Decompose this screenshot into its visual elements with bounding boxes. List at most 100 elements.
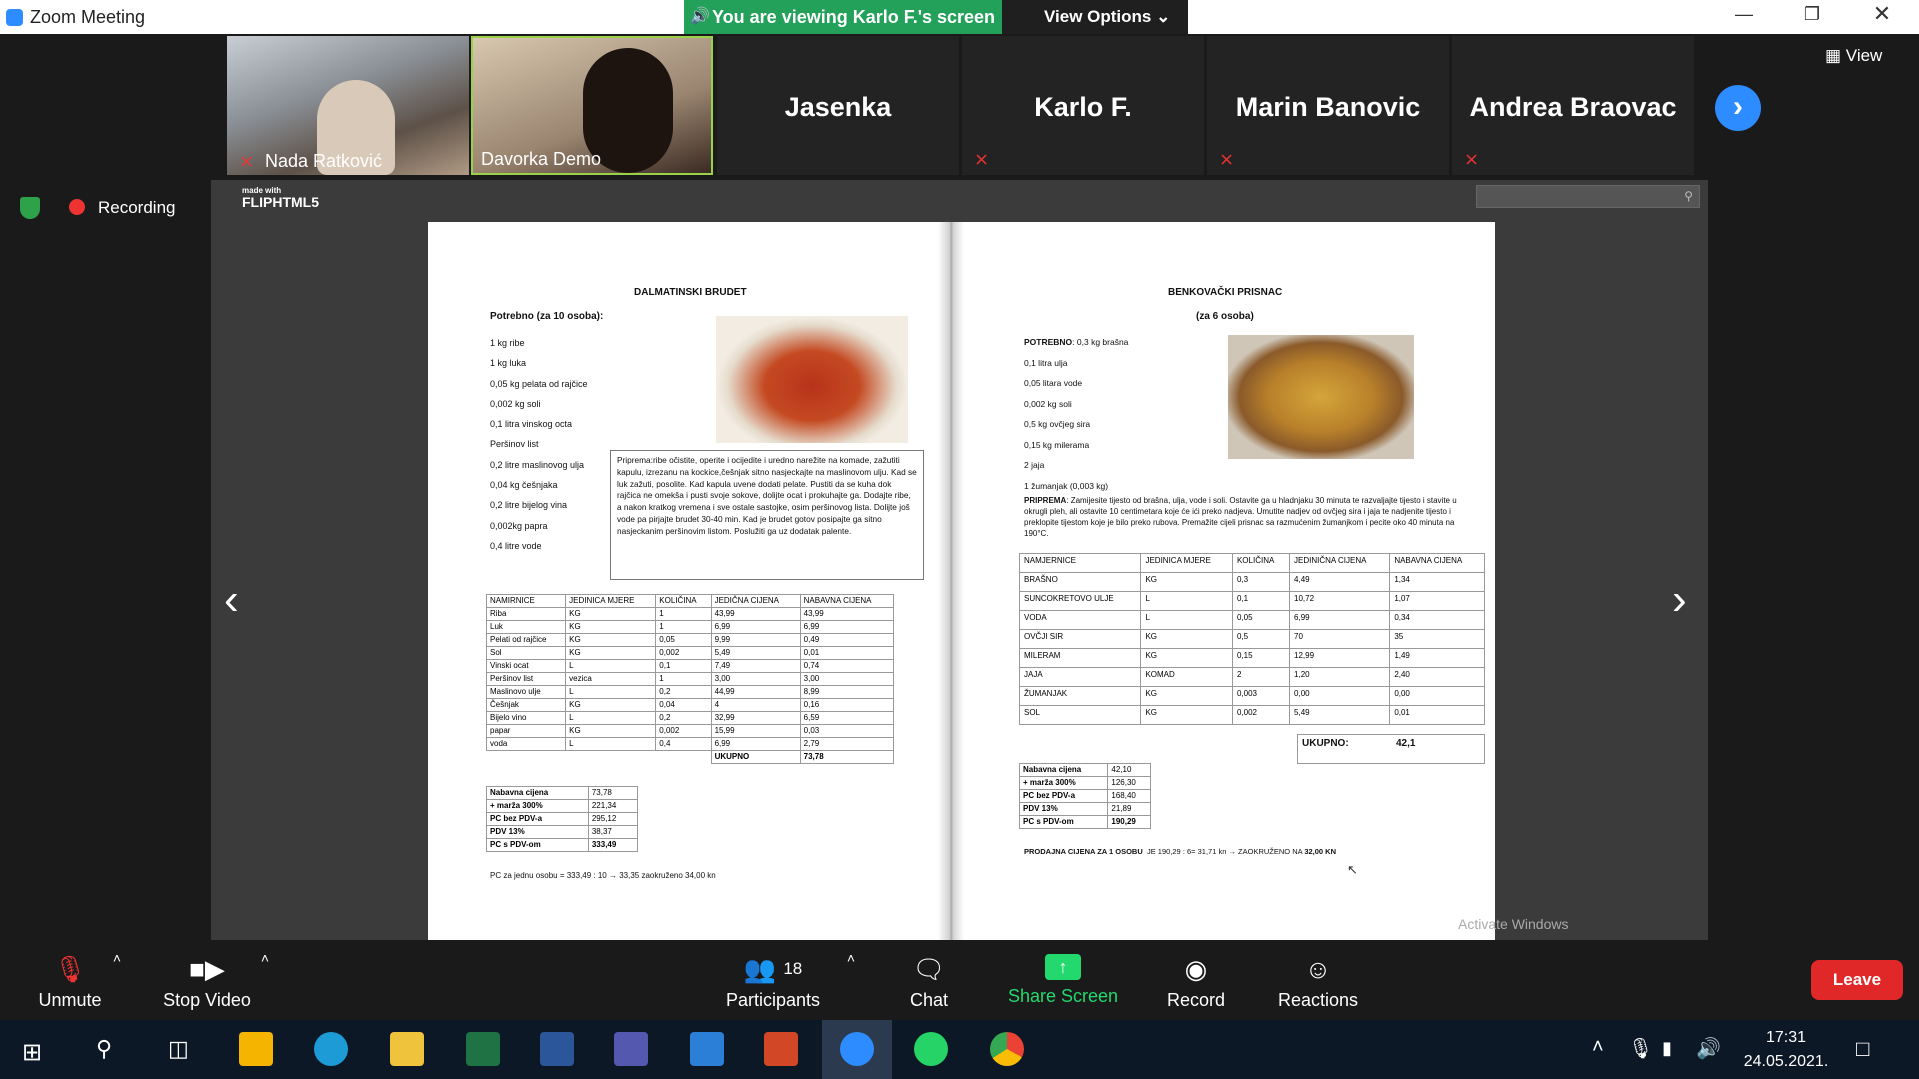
table-cell: KG [565, 698, 657, 712]
participant-name: Nada Ratković [265, 151, 383, 171]
participant-tile-andrea[interactable]: Andrea Braovac ⨯ [1452, 36, 1694, 175]
recording-label[interactable]: Recording [98, 198, 176, 218]
minimize-icon[interactable]: — [1724, 4, 1764, 30]
ingredient-item: 1 kg luka [490, 358, 527, 369]
ingredient-list: POTREBNO: 0,3 kg brašna 0,1 litra ulja 0,0… [1024, 332, 1128, 496]
table-cell: voda [485, 737, 567, 751]
store-icon[interactable] [239, 1032, 273, 1066]
ingredient-item: 0,2 litre bijelog vina [490, 500, 568, 511]
table-cell: 1 [655, 672, 712, 686]
table-row: Pelati od rajčice KG 0,05 9,99 0,49 [485, 633, 895, 647]
table-cell: 0,2 [655, 711, 712, 725]
participants-options-caret[interactable]: ˄ [838, 950, 864, 1030]
ingredient-item: 0,2 litre maslinovog ulja [490, 459, 585, 470]
notifications-icon[interactable]: □ [1856, 1036, 1869, 1062]
whatsapp-icon[interactable] [914, 1032, 948, 1066]
summary-value: 73,78 [587, 786, 639, 800]
table-cell: 0,4 [655, 737, 712, 751]
ingredient-item: 0,002kg papra [490, 520, 548, 531]
next-participants-button[interactable]: › [1715, 85, 1761, 131]
table-cell: 35 [1389, 629, 1485, 649]
table-row: Maslinovo ulje L 0,2 44,99 8,99 [485, 685, 895, 699]
table-cell: L [565, 685, 657, 699]
muted-mic-icon: ⨯ [1464, 149, 1480, 169]
microphone-icon[interactable]: 🎙 [1628, 1036, 1653, 1061]
table-cell: 0,002 [655, 646, 712, 660]
table-cell: MILERAM [1018, 648, 1142, 668]
table-row: Luk KG 1 6,99 6,99 [485, 620, 895, 634]
summary-label: Nabavna cijena [486, 786, 589, 800]
sale-price: PRODAJNA CIJENA ZA 1 OSOBU JE 190,29 : 6… [1024, 847, 1337, 856]
table-cell: KG [1140, 686, 1233, 706]
powerpoint-icon[interactable] [764, 1032, 798, 1066]
restore-icon[interactable]: ❐ [1792, 4, 1832, 30]
viewing-banner: 🔊 You are viewing Karlo F.'s screen [684, 0, 1002, 34]
table-cell: 0,00 [1389, 686, 1485, 706]
zoom-icon[interactable] [840, 1032, 874, 1066]
teams-icon[interactable] [614, 1032, 648, 1066]
stop-video-button[interactable]: ■▶ Stop Video [152, 940, 262, 1020]
column-header: NABAVNA CIJENA [1389, 553, 1485, 573]
battery-icon[interactable]: ▮ [1662, 1038, 1672, 1059]
photos-icon[interactable] [690, 1032, 724, 1066]
record-button[interactable]: ◉ Record [1148, 940, 1244, 1020]
participant-tile-davorka[interactable]: Davorka Demo [471, 36, 713, 175]
volume-icon[interactable]: 🔊 [1696, 1036, 1721, 1061]
search-icon[interactable]: ⚲ [96, 1036, 112, 1062]
column-header: NABAVNA CIJENA [799, 594, 895, 608]
book-search-input[interactable]: ⚲ [1476, 185, 1700, 208]
table-cell: 1 [655, 620, 712, 634]
participants-button[interactable]: 👥 18 Participants [718, 940, 828, 1020]
share-screen-button[interactable]: ↑ Share Screen [1004, 940, 1122, 1020]
video-options-caret[interactable]: ˄ [252, 950, 278, 1030]
view-options-button[interactable]: View Options ⌄ [1002, 0, 1188, 34]
chrome-icon[interactable] [990, 1032, 1024, 1066]
reactions-button[interactable]: ☺ Reactions [1268, 940, 1368, 1020]
table-cell: 5,49 [710, 646, 801, 660]
ingredient-item: 0,05 litara vode [1024, 378, 1083, 388]
table-cell: Peršinov list [485, 672, 567, 686]
brudet-photo [716, 316, 908, 443]
table-row: VODA L 0,05 6,99 0,34 [1018, 610, 1485, 630]
participant-name: Andrea Braovac [1469, 92, 1677, 122]
participant-tile-jasenka[interactable]: Jasenka [717, 36, 959, 175]
leave-button[interactable]: Leave [1811, 960, 1903, 1000]
participant-tile-karlo[interactable]: Karlo F. ⨯ [962, 36, 1204, 175]
prisnac-photo [1228, 335, 1414, 459]
audio-options-caret[interactable]: ˄ [104, 950, 130, 1030]
excel-icon[interactable] [466, 1032, 500, 1066]
edge-icon[interactable] [314, 1032, 348, 1066]
table-cell: 6,99 [799, 620, 895, 634]
next-page-arrow[interactable]: › [1672, 575, 1687, 625]
close-icon[interactable]: ✕ [1862, 1, 1902, 27]
chat-icon: 🗨 [912, 954, 946, 984]
recipe-needs: Potrebno (za 10 osoba): [490, 311, 604, 322]
activate-windows-watermark: Activate Windows [1458, 916, 1569, 932]
table-cell: 3,00 [710, 672, 801, 686]
table-cell: 0,003 [1231, 686, 1291, 706]
participant-name: Marin Banovic [1235, 92, 1421, 122]
summary-value: 168,40 [1107, 789, 1151, 803]
table-cell: L [1140, 610, 1233, 630]
windows-start-icon[interactable]: ⊞ [22, 1038, 42, 1067]
participant-tile-marin[interactable]: Marin Banovic ⨯ [1207, 36, 1449, 175]
chat-button[interactable]: 🗨 Chat [892, 940, 966, 1020]
smiley-icon: ☺ [1304, 954, 1332, 984]
tray-chevron-icon[interactable]: ˄ [1592, 1036, 1604, 1059]
word-icon[interactable] [540, 1032, 574, 1066]
security-shield-icon[interactable] [20, 197, 40, 219]
taskbar-clock[interactable]: 17:31 24.05.2021. [1738, 1026, 1834, 1074]
table-cell: L [1140, 591, 1233, 611]
table-cell: 1,34 [1389, 572, 1485, 592]
ingredient-list: 1 kg ribe 1 kg luka 0,05 kg pelata od rajč… [490, 333, 588, 556]
recipe-serves: (za 6 osoba) [1196, 311, 1254, 322]
view-button[interactable]: ▦ View [1825, 46, 1882, 66]
task-view-icon[interactable]: ◫ [168, 1036, 189, 1062]
summary-table: Nabavna cijena 73,78 + marža 300% 221,34 PC … [486, 786, 639, 852]
participant-tile-nada[interactable]: ⨯ Nada Ratković [227, 36, 469, 175]
previous-page-arrow[interactable]: ‹ [224, 575, 239, 625]
file-explorer-icon[interactable] [390, 1032, 424, 1066]
table-cell: SOL [1018, 705, 1142, 725]
summary-row: PDV 13% 21,89 [1018, 802, 1151, 816]
column-header: NAMJERNICE [1018, 553, 1142, 573]
